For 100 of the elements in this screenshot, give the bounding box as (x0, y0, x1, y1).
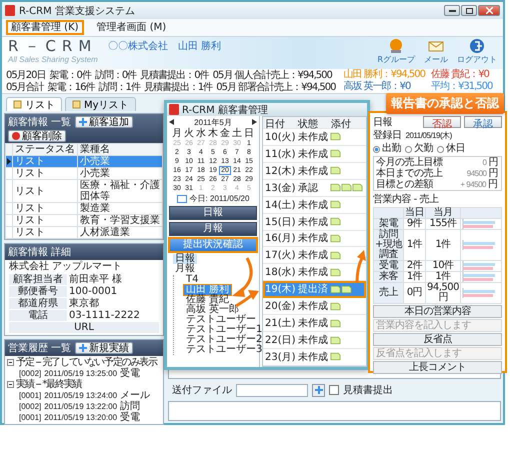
nav-button[interactable]: 日報 (169, 206, 257, 220)
day-row[interactable]: 12(木) 未作成 (263, 162, 366, 180)
summary-value: 0 (482, 157, 486, 168)
table-cell: 医療・福祉・介護団体等 (78, 180, 162, 202)
collapse-icon[interactable] (7, 381, 14, 388)
tree-group-label[interactable]: 予定 -- 完了していない予定のみ表示 (16, 357, 157, 368)
user-item[interactable]: テストユーザー3 (184, 345, 264, 355)
toolbar-button[interactable]: 顧客追加 (75, 116, 134, 128)
curved-arrow (356, 250, 366, 284)
user-item[interactable]: テストユーザー2 (184, 335, 264, 345)
view-option[interactable]: 月報 (173, 264, 197, 274)
tab[interactable]: リスト (6, 97, 62, 111)
date-text: 12(木) (264, 164, 296, 178)
status-text: 未作成 (297, 350, 329, 364)
checkbox[interactable] (329, 385, 339, 395)
maximize-button[interactable] (461, 5, 477, 16)
radio-button[interactable] (405, 146, 412, 152)
day-row[interactable]: 21(土) 未作成 (263, 315, 366, 332)
toolbar-button[interactable]: Rグループ (377, 38, 415, 65)
logout-icon (469, 38, 485, 54)
field-label: 送付ファイル (172, 384, 232, 397)
memo-icon (341, 284, 352, 294)
minimize-button[interactable] (444, 5, 460, 16)
tab[interactable]: Myリスト (65, 97, 136, 111)
collapse-icon[interactable] (7, 359, 14, 366)
field-label: 郵便番号 (9, 286, 67, 297)
view-option[interactable]: 日報 (173, 254, 197, 264)
tree-group-label[interactable]: 実績 -- *最終実績 (16, 379, 82, 390)
ranking-text: 山田 勝利：¥94,500 (343, 69, 426, 80)
status-text: 未作成 (297, 316, 329, 330)
status-text: 未作成 (297, 164, 329, 178)
record-time: 2011/05/19 13:22:00 (44, 401, 118, 412)
record-type: メール (120, 390, 150, 401)
column-header: 当月 (426, 208, 460, 218)
day-row[interactable]: 22(日) 未作成 (263, 332, 366, 349)
menu-item[interactable]: 管理者画面 (M) (92, 20, 172, 35)
previous-icon[interactable] (169, 119, 174, 125)
stat-text: 架電：0件 (49, 68, 91, 82)
record-time: 2011/05/19 13:25:00 (44, 368, 118, 378)
approve-button[interactable]: 承認 (464, 116, 502, 128)
date-text: 16(月) (264, 232, 296, 246)
record-code: [0001] (19, 412, 42, 423)
today-label[interactable]: 今日: 2011/05/20 (190, 193, 250, 204)
table-cell: 人材派遣業 (78, 226, 162, 238)
table-cell: 10件 (426, 260, 460, 272)
table-cell: 1件 (426, 230, 460, 260)
logo-text: R－CRM (8, 38, 98, 55)
toolbar-button[interactable]: 顧客削除 (8, 130, 66, 142)
day-row[interactable]: 23(月) 未作成 (263, 348, 366, 366)
memo-icon (330, 132, 341, 142)
column-header: 日付 (264, 118, 286, 131)
date-text: 22(日) (264, 334, 296, 348)
tagline: All Sales Sharing System (8, 55, 98, 65)
day-row[interactable]: 13(金) 承認 (263, 180, 366, 197)
radio-button[interactable] (437, 146, 444, 152)
menu-item[interactable]: 顧客書管理 (K) (6, 20, 84, 35)
ranking-text: 佐藤 貴紀：¥0 (431, 69, 490, 81)
memo-icon (330, 166, 341, 176)
date-text: 15(日) (264, 216, 296, 229)
toolbar-button[interactable]: 新規実績 (75, 342, 134, 354)
toolbar-button[interactable]: ログアウト (457, 38, 497, 65)
status-text: 未作成 (297, 130, 329, 144)
table-cell: 小売業 (78, 156, 162, 168)
app-icon (169, 104, 179, 115)
day-row[interactable]: 11(水) 未作成 (263, 146, 366, 163)
add-file-button[interactable] (312, 384, 325, 396)
toolbar-button[interactable]: メール (421, 38, 451, 65)
day-row[interactable]: 14(土) 未作成 (263, 196, 366, 214)
ranking-text: 平均：¥31,500 (431, 81, 492, 93)
day-row[interactable]: 15(日) 未作成 (263, 214, 366, 231)
field-value: 03-1111-2222 (69, 310, 141, 321)
user-item[interactable]: 佐藤 貴紀 (184, 295, 232, 305)
summary-label: 本日までの売上 (376, 168, 442, 179)
table-cell: 1件 (404, 272, 426, 282)
nav-button[interactable]: 月報 (169, 222, 257, 236)
day-row[interactable]: 10(火) 未作成 (263, 129, 366, 146)
record-type: 受電 (120, 412, 140, 423)
memo-icon (330, 149, 341, 158)
day-row[interactable]: 20(金) 未作成 (263, 298, 366, 316)
user-item[interactable]: T4 (184, 275, 200, 285)
file-field[interactable] (236, 384, 308, 396)
user-item[interactable]: テストユーザー1 (184, 325, 264, 335)
stat-text: 訪問：0件 (94, 68, 136, 82)
company-name: 株式会社 アップルマート (8, 260, 124, 274)
field-value: 2011/05/19(木) (406, 130, 452, 142)
weekday-label: 日 (243, 128, 255, 139)
status-text: 未作成 (297, 300, 329, 314)
reject-button[interactable]: 否認 (423, 116, 461, 128)
status-text: 未作成 (297, 198, 329, 212)
ranking-text: 高坂 英一郎：¥0 (343, 81, 412, 93)
close-button[interactable] (478, 5, 500, 16)
summary-label: 今月の売上目標 (376, 157, 442, 168)
user-item[interactable]: テストユーザー (184, 315, 258, 325)
next-icon[interactable] (252, 119, 257, 125)
plus-icon (79, 344, 88, 352)
day-row[interactable]: 16(月) 未作成 (263, 230, 366, 248)
field-label: 顧客担当者 (9, 274, 67, 285)
radio-button[interactable] (373, 146, 380, 152)
table-cell: 9件 (404, 218, 426, 230)
row-label: 売上 (374, 282, 404, 304)
